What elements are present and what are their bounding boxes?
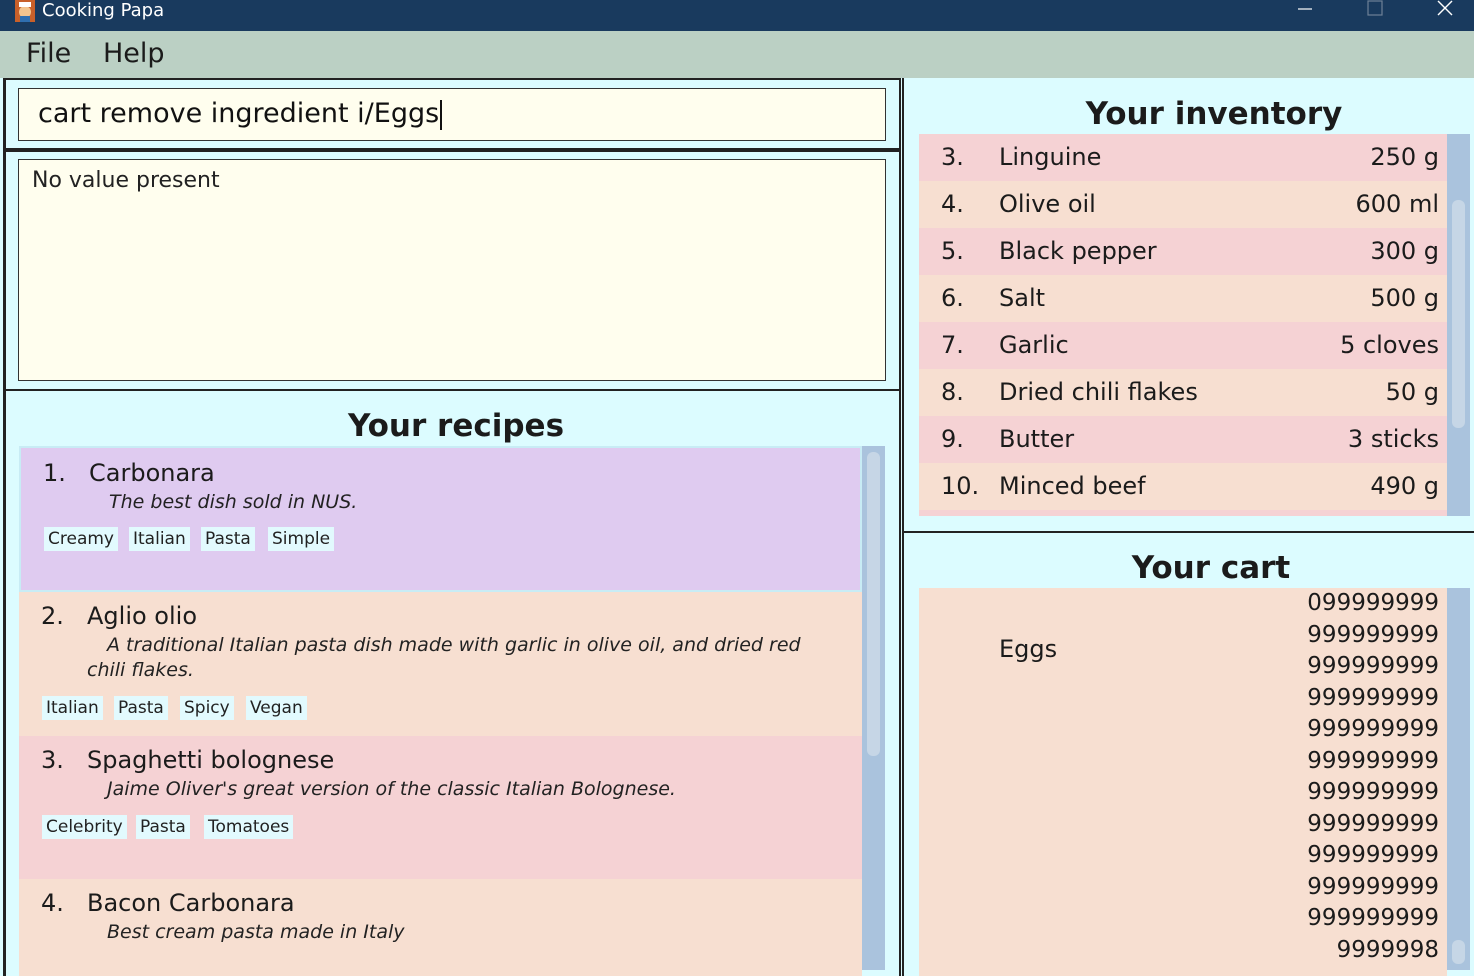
recipe-tag: Spicy [180, 696, 234, 720]
inventory-row[interactable]: 9. Butter 3 sticks [919, 416, 1447, 463]
inventory-name: Butter [999, 425, 1075, 453]
inventory-index: 4. [941, 190, 964, 218]
cart-item-name: Eggs [999, 635, 1058, 663]
inventory-row[interactable]: 8. Dried chili flakes 50 g [919, 369, 1447, 416]
recipe-tag: Tomatoes [204, 815, 294, 839]
recipe-tag: Italian [129, 527, 190, 551]
inventory-quantity: 490 g [1370, 472, 1439, 500]
inventory-index: 3. [941, 143, 964, 171]
cart-scrollbar[interactable] [1447, 588, 1470, 970]
inventory-name: Minced beef [999, 472, 1146, 500]
inventory-index: 10. [941, 472, 980, 500]
recipe-tag: Pasta [114, 696, 168, 720]
recipe-description: Jaime Oliver's great version of the clas… [107, 778, 676, 800]
recipe-name: Spaghetti bolognese [87, 746, 335, 774]
recipe-tag: Simple [268, 527, 335, 551]
inventory-index: 6. [941, 284, 964, 312]
recipe-name: Aglio olio [87, 602, 198, 630]
inventory-row[interactable]: 3. Linguine 250 g [919, 134, 1447, 181]
close-icon[interactable] [1422, 0, 1468, 22]
command-input-text[interactable]: cart remove ingredient i/Eggs [38, 96, 443, 132]
recipe-name: Carbonara [89, 459, 215, 487]
inventory-row[interactable]: 4. Olive oil 600 ml [919, 181, 1447, 228]
window-title: Cooking Papa [42, 0, 165, 21]
cart-heading: Your cart [1131, 550, 1291, 586]
recipe-index: 1. [43, 459, 66, 487]
inventory-name: Garlic [999, 331, 1069, 359]
minimize-icon[interactable] [1282, 0, 1328, 22]
inventory-name: Black pepper [999, 237, 1157, 265]
inventory-index: 7. [941, 331, 964, 359]
menu-file[interactable]: File [26, 37, 71, 71]
recipe-index: 3. [41, 746, 64, 774]
cart-scroll-thumb[interactable] [1452, 940, 1465, 964]
inventory-row-partial[interactable] [919, 510, 1447, 516]
inventory-list[interactable]: 3. Linguine 250 g 4. Olive oil 600 ml 5.… [919, 134, 1447, 516]
inventory-quantity: 600 ml [1355, 190, 1439, 218]
inventory-index: 9. [941, 425, 964, 453]
recipe-tag: Vegan [246, 696, 307, 720]
recipes-heading: Your recipes [347, 408, 565, 444]
recipe-card[interactable]: 1. Carbonara The best dish sold in NUS. … [19, 446, 862, 592]
inventory-row[interactable]: 7. Garlic 5 cloves [919, 322, 1447, 369]
inventory-quantity: 300 g [1370, 237, 1439, 265]
text-caret [440, 99, 443, 130]
inventory-name: Salt [999, 284, 1046, 312]
inventory-row[interactable]: 5. Black pepper 300 g [919, 228, 1447, 275]
inventory-index: 8. [941, 378, 964, 406]
recipe-tag: Celebrity [42, 815, 127, 839]
recipe-name: Bacon Carbonara [87, 889, 295, 917]
recipe-index: 2. [41, 602, 64, 630]
recipe-tag: Italian [42, 696, 103, 720]
recipe-description: A traditional Italian pasta dish made wi… [107, 634, 801, 656]
recipe-card[interactable]: 2. Aglio olio A traditional Italian past… [19, 592, 862, 736]
result-text: No value present [32, 168, 220, 193]
recipe-tag: Pasta [136, 815, 190, 839]
recipe-description: The best dish sold in NUS. [109, 491, 358, 513]
recipe-card[interactable]: 3. Spaghetti bolognese Jaime Oliver's gr… [19, 736, 862, 879]
recipe-list[interactable]: 1. Carbonara The best dish sold in NUS. … [19, 446, 862, 976]
recipe-list-scroll-thumb[interactable] [867, 452, 880, 756]
inventory-quantity: 50 g [1385, 378, 1439, 406]
chef-icon [15, 0, 35, 22]
inventory-heading: Your inventory [1085, 96, 1343, 132]
inventory-quantity: 250 g [1370, 143, 1439, 171]
recipe-description: Best cream pasta made in Italy [107, 921, 405, 943]
inventory-quantity: 500 g [1370, 284, 1439, 312]
cart-item-quantity: 099999999 999999999 999999999 999999999 … [1307, 590, 1439, 963]
title-bar: Cooking Papa [0, 0, 1474, 31]
recipe-description: chili flakes. [87, 659, 194, 681]
inventory-name: Olive oil [999, 190, 1096, 218]
inventory-quantity: 3 sticks [1347, 425, 1439, 453]
inventory-row[interactable]: 6. Salt 500 g [919, 275, 1447, 322]
inventory-row[interactable]: 10. Minced beef 490 g [919, 463, 1447, 510]
menu-help[interactable]: Help [103, 37, 165, 71]
inventory-index: 5. [941, 237, 964, 265]
menu-bar: File Help [0, 31, 1474, 78]
inventory-name: Linguine [999, 143, 1102, 171]
inventory-name: Dried chili flakes [999, 378, 1198, 406]
recipe-index: 4. [41, 889, 64, 917]
recipe-tag: Pasta [201, 527, 255, 551]
recipe-tag: Creamy [44, 527, 118, 551]
maximize-icon[interactable] [1352, 0, 1398, 22]
recipe-card[interactable]: 4. Bacon Carbonara Best cream pasta made… [19, 879, 862, 976]
inventory-quantity: 5 cloves [1340, 331, 1439, 359]
inventory-scroll-thumb[interactable] [1452, 200, 1465, 428]
